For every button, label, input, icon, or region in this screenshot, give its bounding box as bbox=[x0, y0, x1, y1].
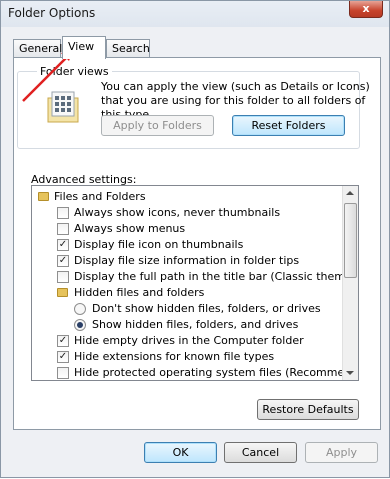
apply-button[interactable]: Apply bbox=[305, 442, 378, 463]
checkbox[interactable] bbox=[57, 367, 69, 379]
title-bar[interactable]: Folder Options x bbox=[1, 1, 389, 27]
tab-search[interactable]: Search bbox=[106, 39, 150, 58]
apply-to-folders-button[interactable]: Apply to Folders bbox=[101, 115, 214, 136]
tab-strip: General View Search bbox=[13, 36, 383, 59]
folder-icon bbox=[38, 192, 49, 201]
tab-view[interactable]: View bbox=[62, 36, 106, 59]
reset-folders-button[interactable]: Reset Folders bbox=[232, 115, 345, 136]
close-button[interactable]: x bbox=[349, 1, 383, 18]
folder-options-window: Folder Options x General View Search Fol… bbox=[0, 0, 390, 478]
checkbox-checked[interactable]: ✓ bbox=[57, 255, 69, 267]
folder-views-label: Folder views bbox=[37, 65, 112, 78]
scrollbar[interactable] bbox=[342, 186, 358, 380]
checkbox-checked[interactable]: ✓ bbox=[57, 335, 69, 347]
checkbox[interactable] bbox=[57, 271, 69, 283]
scroll-up-icon[interactable] bbox=[346, 191, 354, 195]
radio-button[interactable] bbox=[74, 303, 86, 315]
advanced-settings-list[interactable]: Files and Folders Always show icons, nev… bbox=[31, 185, 359, 381]
checkbox[interactable] bbox=[57, 207, 69, 219]
checkbox-checked[interactable]: ✓ bbox=[57, 239, 69, 251]
checkbox[interactable] bbox=[57, 223, 69, 235]
radio-button-selected[interactable] bbox=[74, 319, 86, 331]
restore-defaults-button[interactable]: Restore Defaults bbox=[257, 399, 359, 420]
scrollbar-thumb[interactable] bbox=[344, 203, 357, 278]
window-title: Folder Options bbox=[8, 6, 96, 20]
cancel-button[interactable]: Cancel bbox=[224, 442, 297, 463]
ok-button[interactable]: OK bbox=[144, 442, 217, 463]
folder-icon bbox=[57, 288, 68, 297]
folder-views-icon bbox=[47, 91, 79, 123]
scroll-down-icon[interactable] bbox=[346, 371, 354, 375]
tab-general[interactable]: General bbox=[13, 39, 62, 58]
checkbox-checked[interactable]: ✓ bbox=[57, 351, 69, 363]
